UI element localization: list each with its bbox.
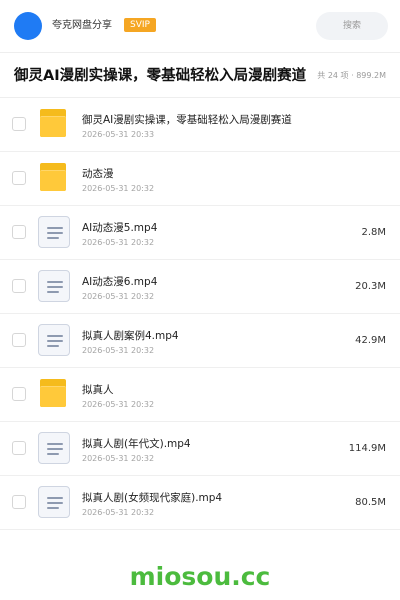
folder-icon [38, 378, 70, 410]
file-row[interactable]: AI动态漫5.mp4 2026-05-31 20:32 2.8M [0, 206, 400, 260]
app-name: 夸克网盘分享 [52, 20, 112, 31]
file-date: 2026-05-31 20:32 [82, 238, 155, 247]
file-icon-line [47, 443, 63, 445]
file-name[interactable]: 御灵AI漫剧实操课，零基础轻松入局漫剧赛道 [82, 113, 292, 127]
file-icon-line [47, 281, 63, 283]
select-checkbox[interactable] [12, 495, 26, 509]
file-icon-line [47, 227, 63, 229]
file-name[interactable]: 拟真人剧(年代文).mp4 [82, 437, 191, 451]
file-size: 114.9M [348, 443, 386, 454]
share-title-bar: 御灵AI漫剧实操课，零基础轻松入局漫剧赛道 共 24 项 · 899.2M [0, 52, 400, 98]
file-icon-body [38, 270, 70, 302]
search-input[interactable] [316, 12, 388, 40]
file-icon-line [47, 453, 59, 455]
file-list: 御灵AI漫剧实操课，零基础轻松入局漫剧赛道 2026-05-31 20:33 动态漫… [0, 98, 400, 530]
select-checkbox[interactable] [12, 171, 26, 185]
file-name[interactable]: AI动态漫6.mp4 [82, 275, 157, 289]
folder-icon-front [40, 386, 66, 407]
file-date: 2026-05-31 20:32 [82, 346, 155, 355]
file-icon-line [47, 345, 59, 347]
footer: miosou.cc [0, 555, 400, 600]
avatar[interactable] [14, 12, 42, 40]
select-checkbox[interactable] [12, 387, 26, 401]
file-date: 2026-05-31 20:32 [82, 400, 155, 409]
file-icon-body [38, 432, 70, 464]
video-file-icon [38, 324, 70, 356]
file-row[interactable]: 拟真人剧(年代文).mp4 2026-05-31 20:32 114.9M [0, 422, 400, 476]
select-checkbox[interactable] [12, 225, 26, 239]
video-file-icon [38, 216, 70, 248]
file-date: 2026-05-31 20:32 [82, 292, 155, 301]
file-row[interactable]: 动态漫 2026-05-31 20:32 [0, 152, 400, 206]
share-title: 御灵AI漫剧实操课，零基础轻松入局漫剧赛道 [14, 68, 307, 84]
file-row[interactable]: 御灵AI漫剧实操课，零基础轻松入局漫剧赛道 2026-05-31 20:33 [0, 98, 400, 152]
file-size: 2.8M [361, 227, 386, 238]
file-row[interactable]: 拟真人 2026-05-31 20:32 [0, 368, 400, 422]
svip-badge: SVIP [124, 18, 156, 32]
file-icon-line [47, 291, 59, 293]
top-header: 夸克网盘分享 SVIP [0, 0, 400, 52]
file-size: 42.9M [355, 335, 386, 346]
file-name[interactable]: 拟真人剧(女频现代家庭).mp4 [82, 491, 222, 505]
file-icon-line [47, 286, 63, 288]
video-file-icon [38, 270, 70, 302]
file-row[interactable]: AI动态漫6.mp4 2026-05-31 20:32 20.3M [0, 260, 400, 314]
file-icon-line [47, 232, 63, 234]
file-row[interactable]: 拟真人剧(女频现代家庭).mp4 2026-05-31 20:32 80.5M [0, 476, 400, 530]
file-date: 2026-05-31 20:32 [82, 508, 155, 517]
file-icon-body [38, 324, 70, 356]
site-watermark: miosou.cc [129, 562, 271, 591]
video-file-icon [38, 432, 70, 464]
file-name[interactable]: 动态漫 [82, 167, 114, 181]
file-icon-line [47, 340, 63, 342]
video-file-icon [38, 486, 70, 518]
file-name[interactable]: AI动态漫5.mp4 [82, 221, 157, 235]
file-date: 2026-05-31 20:33 [82, 130, 155, 139]
select-checkbox[interactable] [12, 333, 26, 347]
file-icon-line [47, 507, 59, 509]
select-checkbox[interactable] [12, 117, 26, 131]
folder-icon [38, 162, 70, 194]
file-name[interactable]: 拟真人 [82, 383, 114, 397]
file-icon-line [47, 448, 63, 450]
file-icon-line [47, 237, 59, 239]
file-row[interactable]: 拟真人剧案例4.mp4 2026-05-31 20:32 42.9M [0, 314, 400, 368]
select-checkbox[interactable] [12, 441, 26, 455]
share-stats: 共 24 项 · 899.2M [317, 71, 386, 80]
file-date: 2026-05-31 20:32 [82, 184, 155, 193]
file-icon-line [47, 502, 63, 504]
file-icon-body [38, 486, 70, 518]
file-size: 80.5M [355, 497, 386, 508]
file-name[interactable]: 拟真人剧案例4.mp4 [82, 329, 179, 343]
folder-icon [38, 108, 70, 140]
folder-icon-front [40, 170, 66, 191]
file-icon-line [47, 497, 63, 499]
file-size: 20.3M [355, 281, 386, 292]
file-icon-body [38, 216, 70, 248]
folder-icon-front [40, 116, 66, 137]
file-date: 2026-05-31 20:32 [82, 454, 155, 463]
select-checkbox[interactable] [12, 279, 26, 293]
file-icon-line [47, 335, 63, 337]
